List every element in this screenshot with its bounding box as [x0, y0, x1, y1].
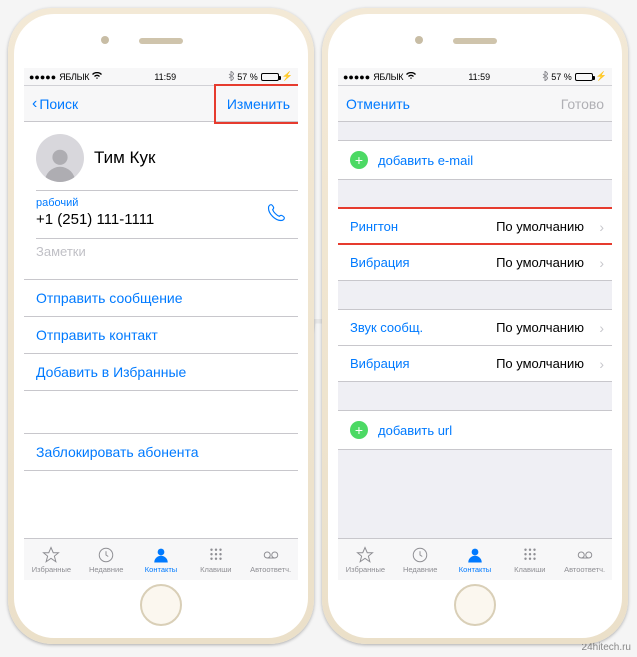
tab-favorites[interactable]: Избранные [24, 539, 79, 580]
tab-contacts[interactable]: Контакты [448, 539, 503, 580]
tab-keypad[interactable]: Клавиши [502, 539, 557, 580]
chevron-right-icon: › [599, 356, 604, 372]
tab-voicemail[interactable]: Автоответч. [557, 539, 612, 580]
charging-icon: ⚡ [282, 71, 293, 82]
status-bar: ●●●●● ЯБЛЫК 11:59 57 % ⚡ [338, 68, 612, 86]
clock: 11:59 [154, 72, 176, 82]
msg-vibration-value: По умолчанию [410, 356, 600, 371]
send-contact-row[interactable]: Отправить контакт [24, 317, 298, 354]
chevron-right-icon: › [599, 255, 604, 271]
add-email-label: добавить e-mail [378, 153, 473, 168]
tab-label: Клавиши [200, 565, 231, 574]
battery-pct: 57 % [237, 72, 258, 82]
tab-recents[interactable]: Недавние [79, 539, 134, 580]
clock: 11:59 [468, 72, 490, 82]
carrier-label: ЯБЛЫК [373, 72, 403, 82]
signal-icon: ●●●●● [29, 72, 56, 82]
tab-bar: Избранные Недавние Контакты Клавиши [338, 538, 612, 580]
phone-frame-right: ●●●●● ЯБЛЫК 11:59 57 % ⚡ [322, 8, 628, 644]
tab-label: Избранные [32, 565, 71, 574]
chevron-right-icon: › [599, 219, 604, 235]
tab-contacts[interactable]: Контакты [134, 539, 189, 580]
chevron-left-icon: ‹ [32, 96, 37, 112]
ringtone-row[interactable]: Рингтон По умолчанию › [338, 209, 612, 245]
chevron-right-icon: › [599, 320, 604, 336]
tab-label: Клавиши [514, 565, 545, 574]
msg-sound-label: Звук сообщ. [350, 320, 423, 335]
tab-label: Автоответч. [564, 565, 605, 574]
nav-cancel-button[interactable]: Отменить [346, 96, 410, 112]
signal-icon: ●●●●● [343, 72, 370, 82]
call-icon[interactable] [266, 203, 286, 228]
block-contact-row[interactable]: Заблокировать абонента [24, 434, 298, 470]
wifi-icon [406, 72, 416, 82]
tab-label: Избранные [346, 565, 385, 574]
contact-name: Тим Кук [94, 148, 155, 168]
battery-icon [261, 73, 279, 81]
vibration-value: По умолчанию [410, 255, 600, 270]
tab-label: Контакты [459, 565, 491, 574]
tab-voicemail[interactable]: Автоответч. [243, 539, 298, 580]
tab-label: Автоответч. [250, 565, 291, 574]
wifi-icon [92, 72, 102, 82]
msg-sound-row[interactable]: Звук сообщ. По умолчанию › [338, 310, 612, 346]
msg-vibration-label: Вибрация [350, 356, 410, 371]
tab-keypad[interactable]: Клавиши [188, 539, 243, 580]
nav-back-button[interactable]: ‹ Поиск [32, 96, 78, 112]
ringtone-label: Рингтон [350, 219, 398, 234]
tab-label: Недавние [89, 565, 123, 574]
bluetooth-icon [228, 71, 234, 83]
nav-bar: ‹ Поиск Изменить [24, 86, 298, 122]
send-message-row[interactable]: Отправить сообщение [24, 280, 298, 317]
avatar [36, 134, 84, 182]
battery-icon [575, 73, 593, 81]
add-email-row[interactable]: + добавить e-mail [338, 141, 612, 179]
nav-done-button[interactable]: Готово [561, 96, 604, 112]
bluetooth-icon [542, 71, 548, 83]
phone-number[interactable]: +1 (251) 111-1111 [36, 211, 154, 228]
add-url-label: добавить url [378, 423, 452, 438]
tab-recents[interactable]: Недавние [393, 539, 448, 580]
ringtone-value: По умолчанию [398, 219, 600, 234]
add-url-row[interactable]: + добавить url [338, 411, 612, 449]
nav-edit-button[interactable]: Изменить [227, 96, 290, 112]
msg-vibration-row[interactable]: Вибрация По умолчанию › [338, 346, 612, 381]
phone-type-label: рабочий [36, 197, 154, 209]
nav-bar: Отменить Готово [338, 86, 612, 122]
notes-field[interactable]: Заметки [24, 238, 298, 279]
vibration-row[interactable]: Вибрация По умолчанию › [338, 245, 612, 280]
tab-favorites[interactable]: Избранные [338, 539, 393, 580]
status-bar: ●●●●● ЯБЛЫК 11:59 57 % ⚡ [24, 68, 298, 86]
phone-frame-left: ●●●●● ЯБЛЫК 11:59 57 % ⚡ [8, 8, 314, 644]
plus-icon: + [350, 421, 368, 439]
vibration-label: Вибрация [350, 255, 410, 270]
tab-bar: Избранные Недавние Контакты Клавиши [24, 538, 298, 580]
msg-sound-value: По умолчанию [423, 320, 600, 335]
add-favorite-row[interactable]: Добавить в Избранные [24, 354, 298, 390]
tab-label: Контакты [145, 565, 177, 574]
plus-icon: + [350, 151, 368, 169]
carrier-label: ЯБЛЫК [59, 72, 89, 82]
charging-icon: ⚡ [596, 71, 607, 82]
nav-back-label: Поиск [39, 96, 78, 112]
tab-label: Недавние [403, 565, 437, 574]
battery-pct: 57 % [551, 72, 572, 82]
